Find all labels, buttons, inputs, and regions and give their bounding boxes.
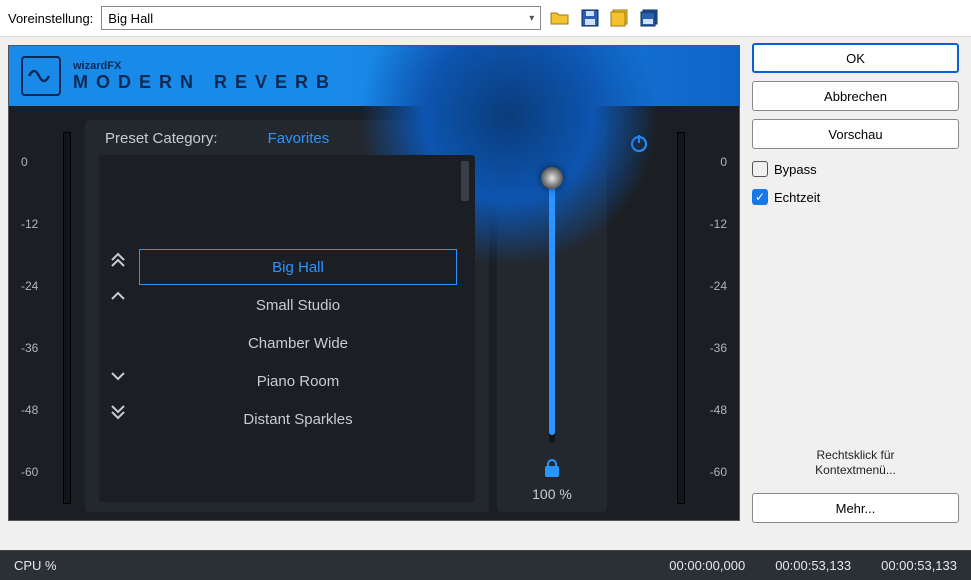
preset-dropdown-value: Big Hall [108,11,153,26]
scale-label: -36 [710,341,727,355]
bypass-checkbox[interactable] [752,161,768,177]
ok-button[interactable]: OK [752,43,959,73]
scale-label: -60 [710,465,727,479]
amount-value: 100 % [532,486,572,502]
scale-label: 0 [720,155,727,169]
preset-panel: Preset Category: Favorites [85,120,489,512]
preset-dropdown[interactable]: Big Hall ▾ [101,6,541,30]
scale-label: -60 [21,465,38,479]
more-button[interactable]: Mehr... [752,493,959,523]
output-meter-bar [677,132,685,504]
scale-label: -48 [710,403,727,417]
scale-label: -12 [710,217,727,231]
scrollbar-thumb[interactable] [461,161,469,201]
cpu-label: CPU % [14,558,57,573]
time-duration: 00:00:53,133 [775,558,851,573]
time-position: 00:00:00,000 [669,558,745,573]
slider-thumb[interactable] [541,167,563,189]
amount-slider[interactable] [497,157,607,453]
bypass-checkbox-row[interactable]: Bypass [752,161,959,177]
plugin-brand-big: MODERN REVERB [73,72,337,93]
bypass-label: Bypass [774,162,817,177]
scroll-down-icon[interactable] [105,363,131,389]
preset-item[interactable]: Small Studio [139,287,457,323]
preset-category-value[interactable]: Favorites [268,130,330,147]
side-panel: OK Abbrechen Vorschau Bypass ✓ Echtzeit … [740,37,971,529]
scroll-up-icon[interactable] [105,283,131,309]
scroll-bottom-icon[interactable] [105,401,131,427]
realtime-checkbox-row[interactable]: ✓ Echtzeit [752,189,959,205]
scroll-top-icon[interactable] [105,245,131,271]
preset-item[interactable]: Big Hall [139,249,457,285]
amount-panel: Amount 100 % [497,120,607,512]
scale-label: -36 [21,341,38,355]
preset-item[interactable]: Distant Sparkles [139,401,457,437]
preset-label: Voreinstellung: [8,11,93,26]
realtime-checkbox[interactable]: ✓ [752,189,768,205]
preset-item[interactable]: Chamber Wide [139,325,457,361]
input-meter-bar [63,132,71,504]
scale-label: -24 [710,279,727,293]
preview-button[interactable]: Vorschau [752,119,959,149]
save-icon[interactable] [579,7,601,29]
save-disk-icon[interactable] [639,7,661,29]
status-bar: CPU % 00:00:00,000 00:00:53,133 00:00:53… [0,550,971,580]
scale-label: -24 [21,279,38,293]
output-meter: 0 -12 -24 -36 -48 -60 [667,106,739,520]
top-toolbar: Voreinstellung: Big Hall ▾ [0,0,971,37]
scale-label: -12 [21,217,38,231]
lock-icon[interactable] [544,459,560,482]
context-hint: Rechtsklick für Kontextmenü... [752,448,959,479]
folder-open-icon[interactable] [549,7,571,29]
input-meter: 0 -12 -24 -36 -48 -60 [9,106,81,520]
preset-category-label: Preset Category: [105,130,218,147]
plugin-window: wizardFX MODERN REVERB 0 -12 -24 -36 -48… [8,45,740,521]
scale-label: 0 [21,155,28,169]
scale-label: -48 [21,403,38,417]
time-total: 00:00:53,133 [881,558,957,573]
chevron-down-icon: ▾ [529,13,534,24]
cancel-button[interactable]: Abbrechen [752,81,959,111]
plugin-header: wizardFX MODERN REVERB [9,46,739,106]
preset-browser: Big Hall Small Studio Chamber Wide Piano… [99,155,475,502]
plugin-logo-icon [21,56,61,96]
save-multi-icon[interactable] [609,7,631,29]
plugin-brand-small: wizardFX [73,60,337,72]
realtime-label: Echtzeit [774,190,820,205]
preset-item[interactable]: Piano Room [139,363,457,399]
